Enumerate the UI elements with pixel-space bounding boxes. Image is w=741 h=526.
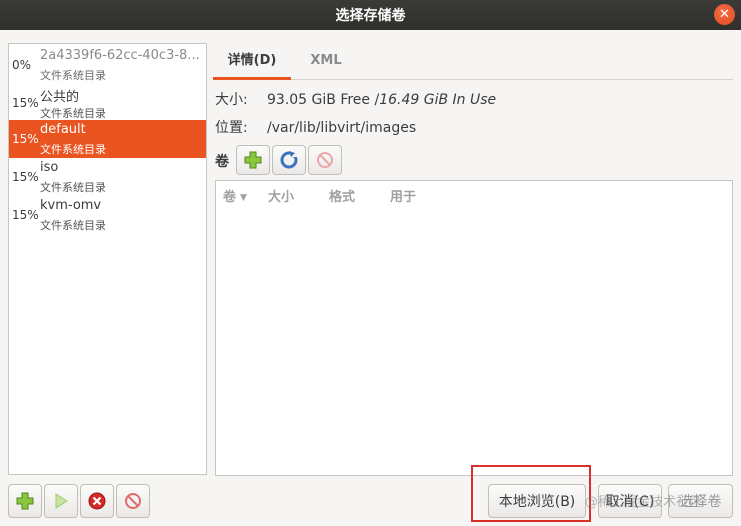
highlight-annotation (471, 465, 591, 522)
start-pool-button[interactable] (44, 484, 78, 518)
stop-pool-button[interactable] (80, 484, 114, 518)
plus-icon (244, 151, 262, 169)
delete-volume-button[interactable] (308, 145, 342, 175)
delete-pool-button[interactable] (116, 484, 150, 518)
title-bar: 选择存储卷 ✕ (0, 0, 741, 30)
plus-icon (16, 492, 34, 510)
col-header-format[interactable]: 格式 (329, 186, 355, 205)
tab-bar: 详情(D) XML (213, 44, 733, 80)
pool-item-selected[interactable]: 15% default 文件系统目录 (9, 120, 206, 158)
stop-icon (317, 152, 333, 168)
window-title: 选择存储卷 (335, 8, 406, 24)
pool-name: kvm-omv (40, 198, 102, 213)
pool-item[interactable]: 15% kvm-omv 文件系统目录 (9, 196, 206, 234)
pool-item[interactable]: 0% 2a4339f6-62cc-40c3-8... 文件系统目录 (9, 46, 206, 84)
storage-pool-list[interactable]: 0% 2a4339f6-62cc-40c3-8... 文件系统目录 15% 公共… (8, 43, 207, 475)
location-value: /var/lib/libvirt/images (267, 120, 417, 136)
pool-usage: 15% (12, 170, 39, 184)
tab-xml[interactable]: XML (291, 44, 361, 80)
sort-down-icon: ▼ (240, 192, 247, 203)
size-used: 16.49 GiB In Use (379, 92, 497, 108)
stop-icon (88, 492, 106, 510)
refresh-icon (280, 151, 298, 169)
volumes-label: 卷 (215, 154, 229, 170)
col-header-volume[interactable]: 卷 ▼ (223, 186, 247, 205)
size-free: 93.05 GiB Free / (267, 92, 380, 108)
pool-usage: 15% (12, 96, 39, 110)
add-pool-button[interactable] (8, 484, 42, 518)
pool-usage: 15% (12, 132, 39, 146)
location-label: 位置: (215, 120, 248, 136)
pool-name: 公共的 (40, 90, 80, 105)
size-row: 大小: 93.05 GiB Free / 16.49 GiB In Use (215, 89, 496, 109)
close-icon[interactable]: ✕ (714, 4, 735, 25)
size-label: 大小: (215, 92, 248, 108)
pool-type: 文件系统目录 (40, 69, 106, 82)
pool-type: 文件系统目录 (40, 219, 106, 232)
pool-type: 文件系统目录 (40, 107, 106, 120)
pool-item[interactable]: 15% iso 文件系统目录 (9, 158, 206, 196)
pool-usage: 15% (12, 208, 39, 222)
delete-icon (125, 493, 141, 509)
pool-usage: 0% (12, 58, 32, 72)
pool-item[interactable]: 15% 公共的 文件系统目录 (9, 84, 206, 122)
pool-type: 文件系统目录 (40, 181, 106, 194)
location-row: 位置: /var/lib/libvirt/images (215, 117, 416, 137)
pool-name: iso (40, 160, 59, 175)
col-header-used-by[interactable]: 用于 (390, 186, 416, 205)
pool-type: 文件系统目录 (40, 143, 106, 156)
add-volume-button[interactable] (236, 145, 270, 175)
tab-details[interactable]: 详情(D) (213, 44, 291, 80)
pool-name: 2a4339f6-62cc-40c3-8... (40, 48, 200, 63)
col-header-size[interactable]: 大小 (268, 186, 294, 205)
refresh-volume-button[interactable] (272, 145, 306, 175)
watermark: @稀土掘金技术社区 (585, 495, 703, 510)
volume-table[interactable]: 卷 ▼ 大小 格式 用于 (215, 180, 733, 476)
play-icon (55, 493, 68, 509)
pool-name: default (40, 122, 86, 137)
